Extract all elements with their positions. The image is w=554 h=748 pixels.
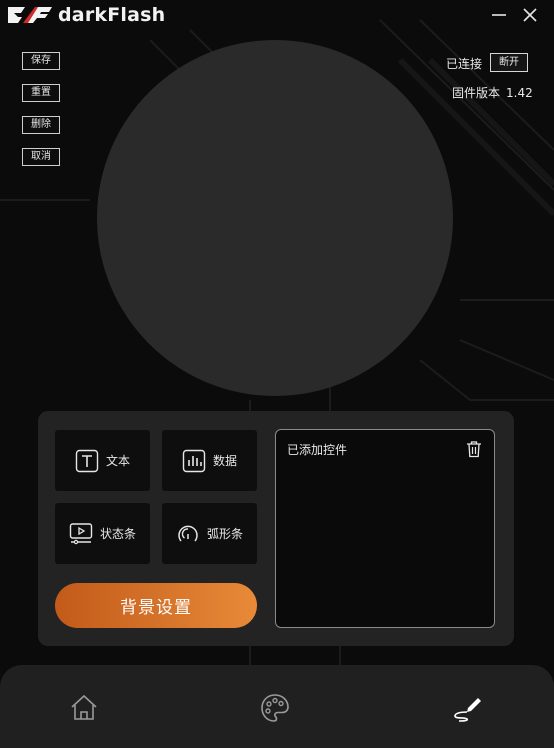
screen-preview[interactable] [97,40,453,396]
text-icon [75,449,99,472]
save-button[interactable]: 保存 [22,52,60,70]
brand-name: darkFlash [58,4,166,26]
status-bar-widget-label: 状态条 [99,527,136,541]
add-arc-bar-widget-button[interactable]: 弧形条 [162,503,257,564]
text-widget-label: 文本 [105,454,130,468]
delete-button[interactable]: 删除 [22,116,60,134]
cancel-button[interactable]: 取消 [22,148,60,166]
disconnect-button[interactable]: 断开 [490,53,528,72]
minimize-icon[interactable] [490,6,508,24]
data-widget-label: 数据 [212,454,237,468]
data-chart-icon [182,449,206,472]
add-text-widget-button[interactable]: 文本 [55,430,150,491]
add-data-widget-button[interactable]: 数据 [162,430,257,491]
bottom-navigation [0,665,554,748]
status-bar-icon [69,522,93,544]
pen-edit-icon[interactable] [451,692,483,724]
firmware-info: 固件版本 1.42 [452,84,533,101]
reset-button[interactable]: 重置 [22,84,60,102]
close-icon[interactable] [521,6,539,24]
added-widgets-list: 已添加控件 [275,429,495,628]
firmware-version: 1.42 [506,86,533,100]
palette-icon[interactable] [259,692,291,724]
background-settings-button[interactable]: 背景设置 [55,583,257,628]
arc-gauge-icon [178,525,198,541]
added-widgets-title: 已添加控件 [287,443,348,457]
arc-bar-widget-label: 弧形条 [206,527,243,541]
trash-icon[interactable] [465,440,483,458]
darkflash-logo-icon [8,7,52,23]
firmware-label: 固件版本 [452,86,501,100]
app-logo: darkFlash [8,4,165,26]
home-icon[interactable] [68,692,100,724]
connection-status: 已连接 [446,57,483,71]
add-status-bar-widget-button[interactable]: 状态条 [55,503,150,564]
